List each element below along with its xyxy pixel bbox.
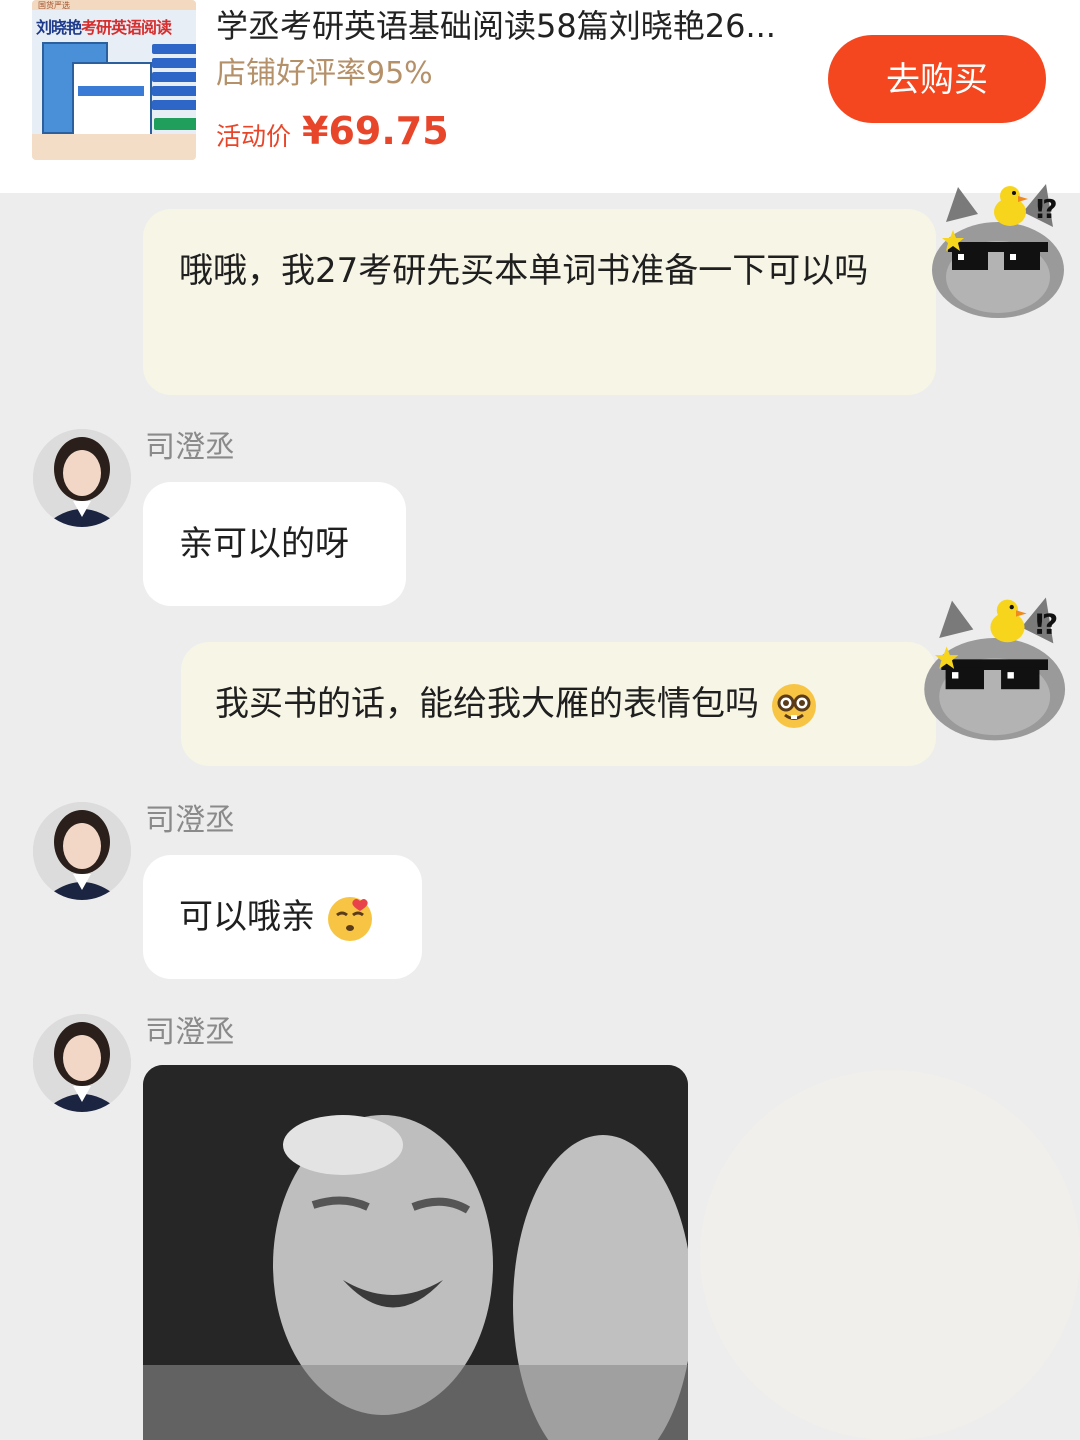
image-message[interactable] [143,1065,688,1440]
seller-message-bubble[interactable]: 亲可以的呀 [143,482,406,606]
thumbnail-book-cover-2 [72,62,152,136]
thumbnail-title: 刘晓艳考研英语阅读 [36,18,172,37]
cool-cat-sticker-icon[interactable]: ⁉ [928,182,1078,322]
buy-button[interactable]: 去购买 [828,35,1046,123]
svg-text:⁉: ⁉ [1036,195,1058,225]
sender-name: 司澄丞 [145,803,235,838]
message-text: 哦哦，我27考研先买本单词书准备一下可以吗 [179,251,869,291]
my-message-bubble[interactable]: 我买书的话，能给我大雁的表情包吗 [181,642,936,766]
kissing-face-emoji-icon [327,896,372,941]
woman-portrait-icon [33,802,131,900]
cool-cat-sticker-icon[interactable]: ⁉ [920,590,1080,750]
product-title[interactable]: 学丞考研英语基础阅读58篇刘晓艳26... [216,6,816,46]
thumbnail-badge: 国货严选 [32,0,196,10]
sender-name: 司澄丞 [145,1015,235,1050]
thumbnail-footer [32,134,196,160]
promo-price: ¥69.75 [302,109,449,153]
message-text: 亲可以的呀 [179,524,349,564]
svg-text:⁉: ⁉ [1035,608,1058,641]
seller-message-bubble[interactable]: 可以哦亲 [143,855,422,979]
shop-rating: 店铺好评率95% [216,56,433,91]
woman-portrait-icon [33,429,131,527]
message-text: 可以哦亲 [179,897,315,937]
sender-name: 司澄丞 [145,430,235,465]
background-watermark [700,1070,1080,1440]
seller-avatar[interactable] [33,1014,131,1112]
product-thumbnail[interactable]: 国货严选 刘晓艳考研英语阅读 [32,0,196,160]
thumbnail-tags [152,44,196,114]
woman-portrait-icon [33,1014,131,1112]
seller-avatar[interactable] [33,429,131,527]
seller-avatar[interactable] [33,802,131,900]
product-card[interactable]: 国货严选 刘晓艳考研英语阅读 学丞考研英语基础阅读58篇刘晓艳26... 店铺好… [0,0,1080,193]
nerd-face-emoji-icon [771,683,816,728]
my-message-bubble[interactable]: 哦哦，我27考研先买本单词书准备一下可以吗 [143,209,936,395]
thumbnail-cta [154,118,196,130]
message-text: 我买书的话，能给我大雁的表情包吗 [215,684,759,724]
laughing-man-meme-image [143,1065,688,1440]
promo-label: 活动价 [216,122,292,151]
